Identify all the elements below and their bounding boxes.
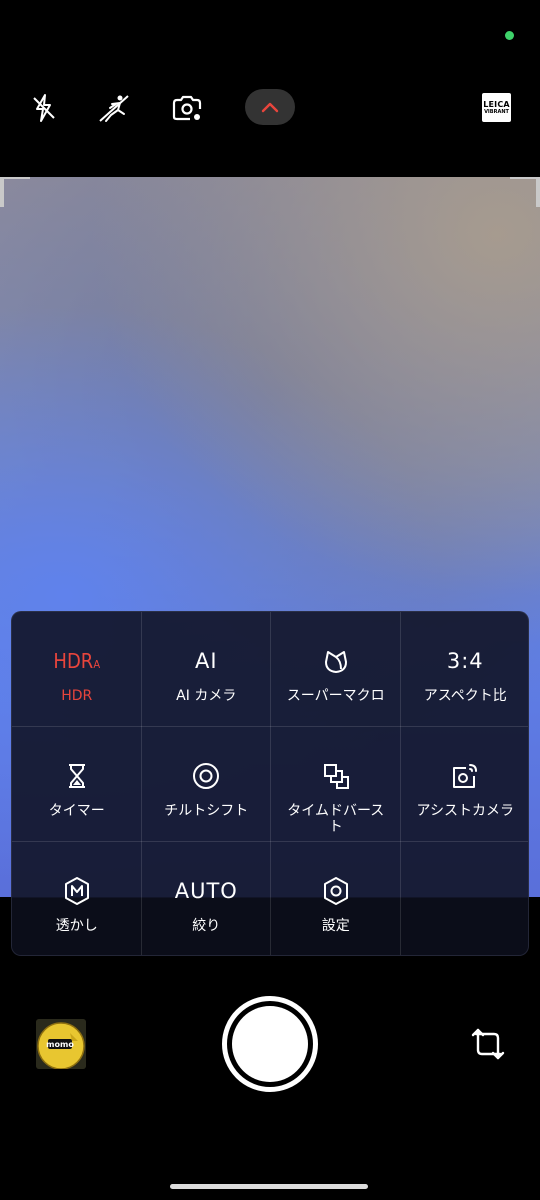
super-macro-icon [323, 640, 349, 682]
settings-button[interactable]: 設定 [271, 842, 401, 955]
aspect-ratio-label: アスペクト比 [423, 688, 507, 704]
gallery-thumbnail[interactable]: momo [36, 1019, 86, 1069]
timed-burst-button[interactable]: タイムドバースト [271, 727, 401, 842]
ai-icon: AI [194, 649, 218, 673]
timer-button[interactable]: タイマー [12, 727, 142, 842]
ai-camera-toggle[interactable]: AI AI カメラ [142, 612, 272, 727]
frame-corner-top-right [536, 177, 540, 207]
aperture-label: 絞り [192, 918, 221, 934]
leica-vibrant-button[interactable]: LEICA VIBRANT [482, 93, 511, 122]
flash-off-icon[interactable] [24, 88, 64, 128]
svg-text:momo: momo [46, 1040, 74, 1049]
expand-panel-button[interactable] [245, 89, 295, 125]
assist-camera-label: アシストカメラ [416, 803, 514, 819]
quick-settings-panel: HDRA HDR AI AI カメラ スーパーマクロ 3:4 アスペクト比 タイ… [11, 611, 529, 956]
smart-capture-icon[interactable] [167, 88, 207, 128]
expand-chevron-icon [261, 102, 279, 113]
watermark-icon [63, 870, 91, 912]
settings-label: 設定 [321, 918, 350, 934]
settings-icon [322, 870, 350, 912]
ai-camera-label: AI カメラ [176, 688, 237, 704]
timer-label: タイマー [48, 803, 105, 819]
watermark-button[interactable]: 透かし [12, 842, 142, 955]
shutter-button[interactable] [222, 996, 318, 1092]
shutter-inner [232, 1006, 308, 1082]
tilt-shift-button[interactable]: チルトシフト [142, 727, 272, 842]
tilt-shift-label: チルトシフト [164, 803, 249, 819]
timer-icon [66, 755, 88, 797]
timed-burst-label: タイムドバースト [287, 803, 385, 835]
assist-camera-button[interactable]: アシストカメラ [401, 727, 529, 842]
switch-camera-icon [471, 1028, 505, 1060]
hdr-toggle[interactable]: HDRA HDR [12, 612, 142, 727]
vibrant-label: VIBRANT [484, 108, 509, 115]
frame-corner-top-left [0, 177, 4, 207]
hdr-label: HDR [61, 688, 93, 704]
super-macro-label: スーパーマクロ [286, 688, 385, 704]
frame-corner-top-right-h [510, 177, 540, 179]
aspect-ratio-icon: 3:4 [446, 649, 484, 673]
status-indicator-dot [505, 31, 514, 40]
home-indicator[interactable] [170, 1184, 368, 1189]
aperture-icon: AUTO [174, 879, 238, 903]
aspect-ratio-button[interactable]: 3:4 アスペクト比 [401, 612, 529, 727]
hdr-icon: HDRA [53, 649, 101, 673]
super-macro-toggle[interactable]: スーパーマクロ [271, 612, 401, 727]
timed-burst-icon [322, 755, 350, 797]
switch-camera-button[interactable] [468, 1024, 508, 1064]
frame-corner-top-left-h [0, 177, 30, 179]
watermark-label: 透かし [55, 918, 98, 934]
leica-label: LEICA [483, 99, 510, 109]
assist-camera-icon [450, 755, 480, 797]
aperture-button[interactable]: AUTO 絞り [142, 842, 272, 955]
tilt-shift-icon [191, 755, 221, 797]
motion-off-icon[interactable] [94, 88, 134, 128]
